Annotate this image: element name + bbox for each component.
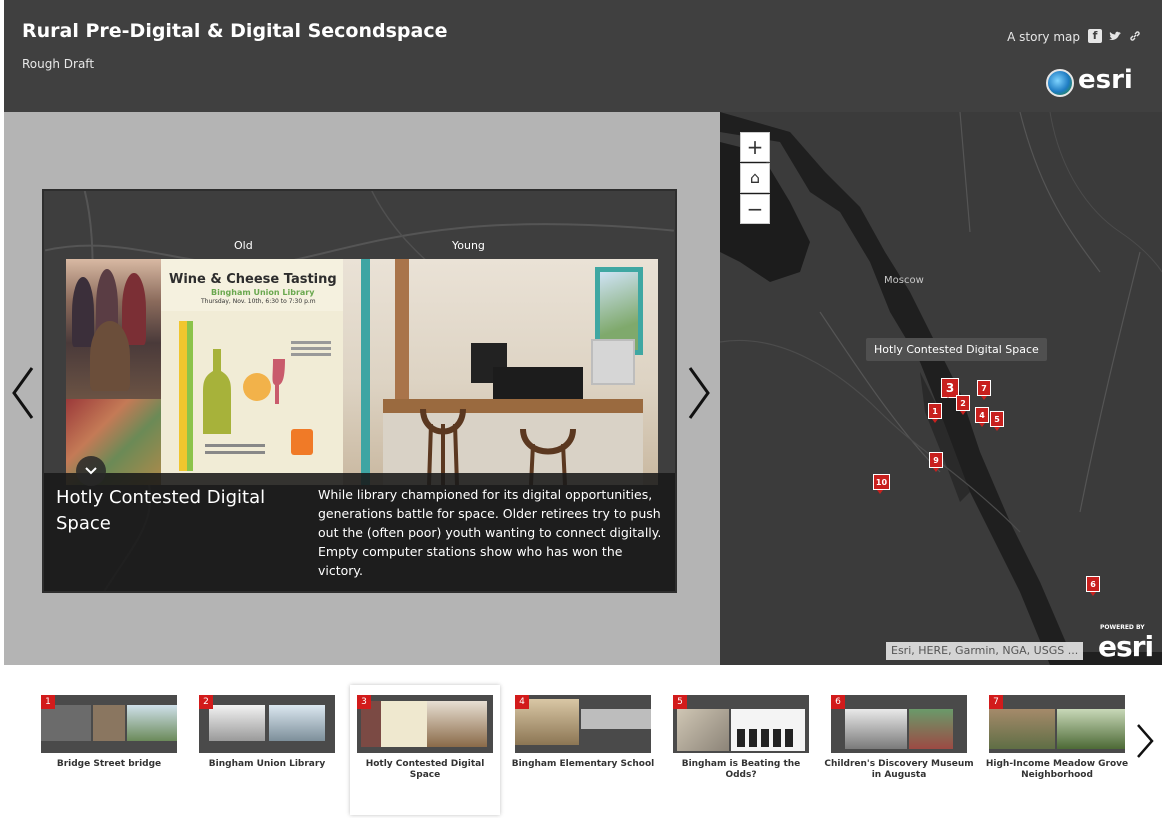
zoom-out-button[interactable]: − <box>740 194 770 224</box>
thumbnail-label: High-Income Meadow Grove Neighborhood <box>985 759 1129 780</box>
group-photo <box>66 259 161 399</box>
globe-icon <box>1046 69 1074 97</box>
map-marker-2[interactable]: 2 <box>956 395 970 415</box>
media-panel: Old Young Wine & Cheese Tasting Bingham … <box>4 112 720 665</box>
label-young: Young <box>452 239 485 252</box>
powered-by-esri-logo[interactable]: POWERED BY esri <box>1098 624 1160 664</box>
media-card: Old Young Wine & Cheese Tasting Bingham … <box>42 189 677 593</box>
thumbnail-image <box>515 695 651 753</box>
thumbnail-number: 7 <box>989 695 1003 709</box>
event-poster: Wine & Cheese Tasting Bingham Union Libr… <box>161 259 343 485</box>
carousel-item-6[interactable]: 6 Children's Discovery Museum in Augusta <box>824 685 974 815</box>
computer-room-photo <box>343 259 658 485</box>
home-button[interactable]: ⌂ <box>740 163 770 193</box>
map-marker-1[interactable]: 1 <box>928 403 942 423</box>
map-tooltip: Hotly Contested Digital Space <box>866 338 1047 361</box>
thumbnail-number: 5 <box>673 695 687 709</box>
page-title: Rural Pre-Digital & Digital Secondspace <box>22 20 448 42</box>
carousel-item-3[interactable]: 3 Hotly Contested Digital Space <box>350 685 500 815</box>
thumbnail-label: Hotly Contested Digital Space <box>365 759 485 780</box>
esri-wordmark: esri <box>1078 65 1133 95</box>
twitter-icon[interactable] <box>1108 29 1122 43</box>
map-marker-5[interactable]: 5 <box>990 411 1004 431</box>
powered-by-wordmark: esri <box>1098 630 1154 663</box>
thumbnail-label: Children's Discovery Museum in Augusta <box>824 759 974 780</box>
story-photo: Wine & Cheese Tasting Bingham Union Libr… <box>66 259 658 485</box>
thumbnail-label: Bingham is Beating the Odds? <box>681 759 801 780</box>
story-carousel: 1 Bridge Street bridge 2 Bingham Union L… <box>4 665 1162 818</box>
carousel-item-5[interactable]: 5 Bingham is Beating the Odds? <box>666 685 816 815</box>
header: Rural Pre-Digital & Digital Secondspace … <box>4 0 1162 112</box>
thumbnail-label: Bingham Elementary School <box>511 759 655 769</box>
carousel-next-arrow-icon[interactable] <box>1134 721 1156 761</box>
thumbnail-label: Bridge Street bridge <box>56 759 162 769</box>
thumbnail-image <box>989 695 1125 753</box>
thumbnail-number: 6 <box>831 695 845 709</box>
thumbnail-image <box>199 695 335 753</box>
story-map-app: Rural Pre-Digital & Digital Secondspace … <box>4 0 1162 818</box>
thumbnail-label: Bingham Union Library <box>208 759 326 769</box>
thumbnail-number: 1 <box>41 695 55 709</box>
map-marker-9[interactable]: 9 <box>929 452 943 472</box>
collapse-caption-button[interactable] <box>76 456 106 486</box>
map-label-moscow: Moscow <box>884 275 924 286</box>
chair-art <box>420 408 576 485</box>
caption-title: Hotly Contested Digital Space <box>56 487 266 534</box>
map-marker-6[interactable]: 6 <box>1086 576 1100 596</box>
map-marker-4[interactable]: 4 <box>975 407 989 427</box>
caption-panel: Hotly Contested Digital Space While libr… <box>44 473 675 591</box>
thumbnail-image <box>673 695 809 753</box>
previous-arrow-icon[interactable] <box>8 362 38 424</box>
link-icon[interactable] <box>1128 29 1142 43</box>
map-marker-10[interactable]: 10 <box>873 474 890 494</box>
thumbnail-number: 3 <box>357 695 371 709</box>
esri-logo[interactable]: esri <box>1040 65 1140 102</box>
thumbnail-number: 4 <box>515 695 529 709</box>
thumbnail-image <box>41 695 177 753</box>
facebook-icon[interactable]: f <box>1088 29 1102 43</box>
carousel-item-2[interactable]: 2 Bingham Union Library <box>192 685 342 815</box>
carousel-item-1[interactable]: 1 Bridge Street bridge <box>34 685 184 815</box>
carousel-item-7[interactable]: 7 High-Income Meadow Grove Neighborhood <box>982 685 1132 815</box>
map-marker-7[interactable]: 7 <box>977 380 991 400</box>
page-subtitle: Rough Draft <box>22 57 95 71</box>
thumbnail-image <box>357 695 493 753</box>
caption-text: While library championed for its digital… <box>318 487 662 578</box>
carousel-item-4[interactable]: 4 Bingham Elementary School <box>508 685 658 815</box>
poster-art <box>179 321 331 471</box>
map-attribution[interactable]: Esri, HERE, Garmin, NGA, USGS ... <box>886 642 1084 660</box>
story-map-link[interactable]: A story map <box>1007 30 1080 44</box>
next-arrow-icon[interactable] <box>684 362 714 424</box>
zoom-in-button[interactable]: + <box>740 132 770 162</box>
label-old: Old <box>234 239 253 252</box>
thumbnail-image <box>831 695 967 753</box>
map-panel[interactable]: + ⌂ − Moscow Hotly Contested Digital Spa… <box>720 112 1162 665</box>
thumbnail-number: 2 <box>199 695 213 709</box>
